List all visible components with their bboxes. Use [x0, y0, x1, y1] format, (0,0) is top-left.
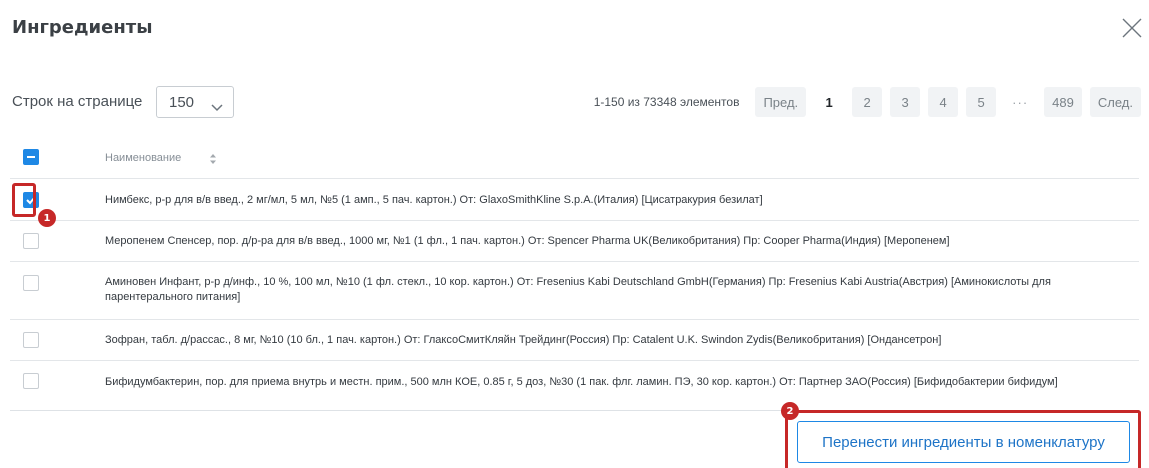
items-count: 1-150 из 73348 элементов: [593, 95, 740, 109]
row-name-cell: Аминовен Инфант, р-р д/инф., 10 %, 100 м…: [105, 276, 1051, 303]
dialog-header: Ингредиенты: [12, 16, 1149, 48]
row-checkbox[interactable]: [23, 373, 39, 389]
rows-per-page-select[interactable]: 150: [156, 86, 234, 118]
row-checkbox[interactable]: [23, 275, 39, 291]
page-button-1[interactable]: 1: [814, 87, 845, 117]
select-all-checkbox[interactable]: [23, 149, 39, 165]
row-name-cell: Нимбекс, р-р для в/в введ., 2 мг/мл, 5 м…: [105, 194, 763, 206]
row-name-cell: Меропенем Спенсер, пор. д/р-ра для в/в в…: [105, 235, 950, 247]
row-name-cell: Зофран, табл. д/рассас., 8 мг, №10 (10 б…: [105, 334, 942, 346]
row-checkbox[interactable]: [23, 233, 39, 249]
transfer-ingredients-button[interactable]: Перенести ингредиенты в номенклатуру: [797, 421, 1130, 463]
page-button-4[interactable]: 4: [928, 87, 959, 117]
next-page-button[interactable]: След.: [1089, 87, 1141, 117]
row-checkbox[interactable]: [23, 332, 39, 348]
table-row[interactable]: Меропенем Спенсер, пор. д/р-ра для в/в в…: [10, 221, 1139, 262]
step-marker-2: 2: [781, 402, 799, 420]
footer-divider: [10, 410, 1139, 411]
page-button-5[interactable]: 5: [966, 87, 997, 117]
table-toolbar: Строк на странице 150 1-150 из 73348 эле…: [12, 86, 1149, 118]
column-header-name: Наименование: [105, 152, 182, 164]
page-button-2[interactable]: 2: [852, 87, 883, 117]
page-button-last[interactable]: 489: [1044, 87, 1082, 117]
sort-icon[interactable]: [209, 152, 217, 170]
rows-per-page-value: 150: [169, 94, 195, 111]
page-button-3[interactable]: 3: [890, 87, 921, 117]
table-row[interactable]: Нимбекс, р-р для в/в введ., 2 мг/мл, 5 м…: [10, 179, 1139, 221]
chevron-down-icon: [211, 99, 223, 117]
table-row[interactable]: Аминовен Инфант, р-р д/инф., 10 %, 100 м…: [10, 262, 1139, 320]
pagination-ellipsis: ···: [1012, 94, 1029, 110]
table-header: Наименование: [10, 137, 1139, 179]
step-marker-1: 1: [38, 209, 56, 227]
prev-page-button[interactable]: Пред.: [755, 87, 807, 117]
table-row[interactable]: Бифидумбактерин, пор. для приема внутрь …: [10, 361, 1139, 403]
close-icon[interactable]: [1121, 16, 1145, 42]
row-name-cell: Бифидумбактерин, пор. для приема внутрь …: [105, 376, 1058, 388]
pagination: 1-150 из 73348 элементов Пред. 1 2 3 4 5…: [594, 86, 1141, 118]
ingredients-table: Наименование Нимбекс, р-р для в/в введ.,…: [10, 137, 1139, 403]
rows-per-page-label: Строк на странице: [12, 93, 143, 110]
row-checkbox[interactable]: [23, 192, 39, 208]
table-row[interactable]: Зофран, табл. д/рассас., 8 мг, №10 (10 б…: [10, 320, 1139, 361]
dialog-title: Ингредиенты: [12, 17, 153, 38]
